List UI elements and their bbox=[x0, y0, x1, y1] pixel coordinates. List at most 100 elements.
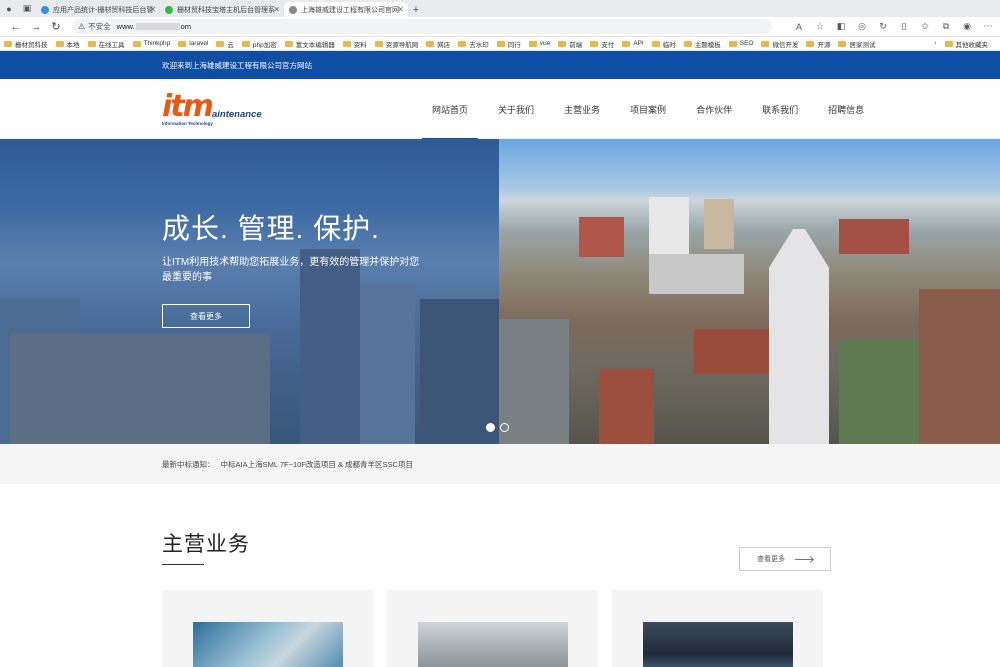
business-card[interactable] bbox=[162, 590, 373, 667]
bookmark-folder[interactable]: 本地 bbox=[55, 39, 80, 49]
nav-item-contact[interactable]: 联系我们 bbox=[752, 79, 808, 139]
close-icon[interactable]: ✕ bbox=[397, 5, 404, 14]
bookmark-folder-other[interactable]: 其他收藏夹 bbox=[944, 39, 989, 49]
hero-banner: 成长. 管理. 保护. 让ITM利用技术帮助您拓展业务，更有效的管理并保护对您最… bbox=[0, 139, 1000, 444]
hero-title: 成长. 管理. 保护. bbox=[162, 213, 380, 244]
split-screen-icon[interactable]: ▯ bbox=[898, 21, 910, 32]
browser-tab[interactable]: 栅材贸科技宝塔主机后台管理系 ✕ bbox=[160, 2, 284, 17]
bookmark-label: SEO bbox=[739, 40, 754, 47]
site-logo[interactable]: itm aintenance Information Technology bbox=[162, 92, 272, 127]
refresh-extension-icon[interactable]: ↻ bbox=[877, 21, 889, 32]
tab-title: 栅材贸科技宝塔主机后台管理系 bbox=[177, 6, 275, 14]
carousel-dot[interactable] bbox=[500, 423, 509, 432]
carousel-dots bbox=[486, 423, 509, 432]
browser-tab-active[interactable]: 上海雄威建设工程有限公司官网 ✕ bbox=[284, 2, 408, 17]
close-icon[interactable]: ✕ bbox=[149, 5, 156, 14]
section-title: 主营业务 bbox=[162, 533, 250, 556]
favorites-icon[interactable]: ✩ bbox=[919, 21, 931, 32]
section-more-button[interactable]: 查看更多 bbox=[739, 547, 831, 571]
warning-icon: ⚠ bbox=[78, 22, 86, 31]
bookmark-folder[interactable]: vue bbox=[528, 40, 551, 47]
folder-icon bbox=[87, 40, 96, 47]
url-redacted bbox=[135, 23, 180, 30]
business-card[interactable] bbox=[612, 590, 823, 667]
new-tab-icon[interactable]: + bbox=[408, 2, 424, 17]
nav-item-jobs[interactable]: 招聘信息 bbox=[818, 79, 874, 139]
bookmark-folder[interactable]: 资源导航网 bbox=[374, 39, 418, 49]
close-icon[interactable]: ✕ bbox=[273, 5, 280, 14]
folder-icon bbox=[528, 40, 537, 47]
nav-item-business[interactable]: 主营业务 bbox=[554, 79, 610, 139]
folder-icon bbox=[838, 40, 847, 47]
bookmark-folder[interactable]: API bbox=[622, 40, 644, 47]
bookmark-label: 其他收藏夹 bbox=[955, 41, 989, 49]
business-card[interactable] bbox=[387, 590, 598, 667]
nav-item-partners[interactable]: 合作伙伴 bbox=[686, 79, 742, 139]
bookmark-folder[interactable]: SEO bbox=[728, 40, 754, 47]
notice-label: 最新中标通知： bbox=[162, 459, 215, 469]
nav-item-home[interactable]: 网站首页 bbox=[422, 79, 479, 140]
bookmark-folder[interactable]: 开源 bbox=[806, 39, 830, 49]
bookmark-folder[interactable]: laravel bbox=[178, 40, 208, 47]
url-prefix: www. bbox=[116, 22, 135, 31]
address-bar[interactable]: ⚠ 不安全 www. om bbox=[72, 19, 772, 34]
bookmark-label: vue bbox=[539, 40, 551, 47]
notice-text[interactable]: 中标AIA上海SML 7F~10F改造项目 & 成都青羊区SSC项目 bbox=[221, 459, 413, 470]
profile-avatar-icon[interactable]: ◉ bbox=[961, 21, 973, 32]
extension-icon[interactable]: ◎ bbox=[856, 21, 868, 32]
folder-icon bbox=[944, 40, 953, 47]
back-icon[interactable]: ← bbox=[6, 21, 26, 33]
folder-icon bbox=[806, 40, 815, 47]
bookmark-folder[interactable]: php加密 bbox=[241, 39, 277, 49]
nav-item-cases[interactable]: 项目案例 bbox=[620, 79, 676, 139]
carousel-dot[interactable] bbox=[486, 423, 495, 432]
bookmark-label: 网店 bbox=[437, 41, 451, 49]
notice-bar: 最新中标通知： 中标AIA上海SML 7F~10F改造项目 & 成都青羊区SSC… bbox=[0, 444, 1000, 484]
folder-icon bbox=[728, 40, 737, 47]
bookmark-label: 同行 bbox=[507, 41, 521, 49]
bookmarks-overflow-icon[interactable]: › bbox=[934, 40, 936, 47]
bookmark-folder[interactable]: 前端 bbox=[558, 39, 582, 49]
bookmark-folder[interactable]: 去水印 bbox=[458, 39, 489, 49]
folder-icon bbox=[241, 40, 250, 47]
bookmark-folder[interactable]: 网店 bbox=[426, 39, 450, 49]
nav-item-about[interactable]: 关于我们 bbox=[488, 79, 544, 139]
browser-tab[interactable]: 应用产品统计-栅材贸科技后台管 ✕ bbox=[36, 2, 160, 17]
profile-icon[interactable]: ● bbox=[0, 0, 18, 17]
tab-favicon-icon bbox=[289, 5, 297, 14]
collections-icon[interactable]: ⧉ bbox=[940, 21, 952, 32]
bookmark-folder[interactable]: 富文本编辑器 bbox=[284, 39, 335, 49]
arrow-right-icon bbox=[795, 558, 813, 560]
forward-icon[interactable]: → bbox=[26, 21, 46, 33]
bookmark-folder[interactable]: 同行 bbox=[496, 39, 521, 49]
folder-icon bbox=[342, 40, 351, 47]
folder-icon bbox=[426, 40, 435, 47]
bookmark-label: 云 bbox=[227, 41, 234, 49]
bookmark-folder[interactable]: 云 bbox=[216, 39, 234, 49]
favorite-star-icon[interactable]: ☆ bbox=[814, 21, 826, 32]
toolbar-icons: A ☆ ◧ ◎ ↻ ▯ ✩ ⧉ ◉ ⋯ bbox=[793, 21, 994, 32]
bookmark-folder[interactable]: 资料 bbox=[342, 39, 367, 49]
bookmark-folder[interactable]: 居家测试 bbox=[838, 39, 875, 49]
bookmark-label: laravel bbox=[189, 40, 209, 47]
site-header: itm aintenance Information Technology 网站… bbox=[0, 79, 1000, 140]
tab-title: 上海雄威建设工程有限公司官网 bbox=[301, 6, 399, 14]
bookmark-folder[interactable]: 栅材贸科技 bbox=[4, 39, 48, 49]
more-menu-icon[interactable]: ⋯ bbox=[982, 21, 994, 32]
more-label: 查看更多 bbox=[757, 556, 785, 563]
read-aloud-icon[interactable]: A bbox=[793, 22, 805, 32]
folder-icon bbox=[132, 40, 141, 47]
bookmark-folder[interactable]: 在线工具 bbox=[87, 39, 125, 49]
extension-icon[interactable]: ◧ bbox=[835, 21, 847, 32]
bookmark-folder[interactable]: 支付 bbox=[590, 39, 614, 49]
bookmark-folder[interactable]: 临时 bbox=[651, 39, 676, 49]
hero-more-button[interactable]: 查看更多 bbox=[162, 304, 250, 328]
reload-icon[interactable]: ↻ bbox=[46, 20, 66, 33]
bookmark-folder[interactable]: Thinkphp bbox=[132, 40, 170, 47]
logo-subtitle: Information Technology bbox=[162, 121, 213, 126]
bookmark-folder[interactable]: 微信开发 bbox=[761, 39, 798, 49]
logo-main: itm bbox=[162, 89, 214, 124]
bookmark-folder[interactable]: 主题模板 bbox=[683, 39, 721, 49]
bookmark-label: php加密 bbox=[252, 41, 277, 49]
tab-actions-icon[interactable]: ▣ bbox=[18, 0, 36, 17]
